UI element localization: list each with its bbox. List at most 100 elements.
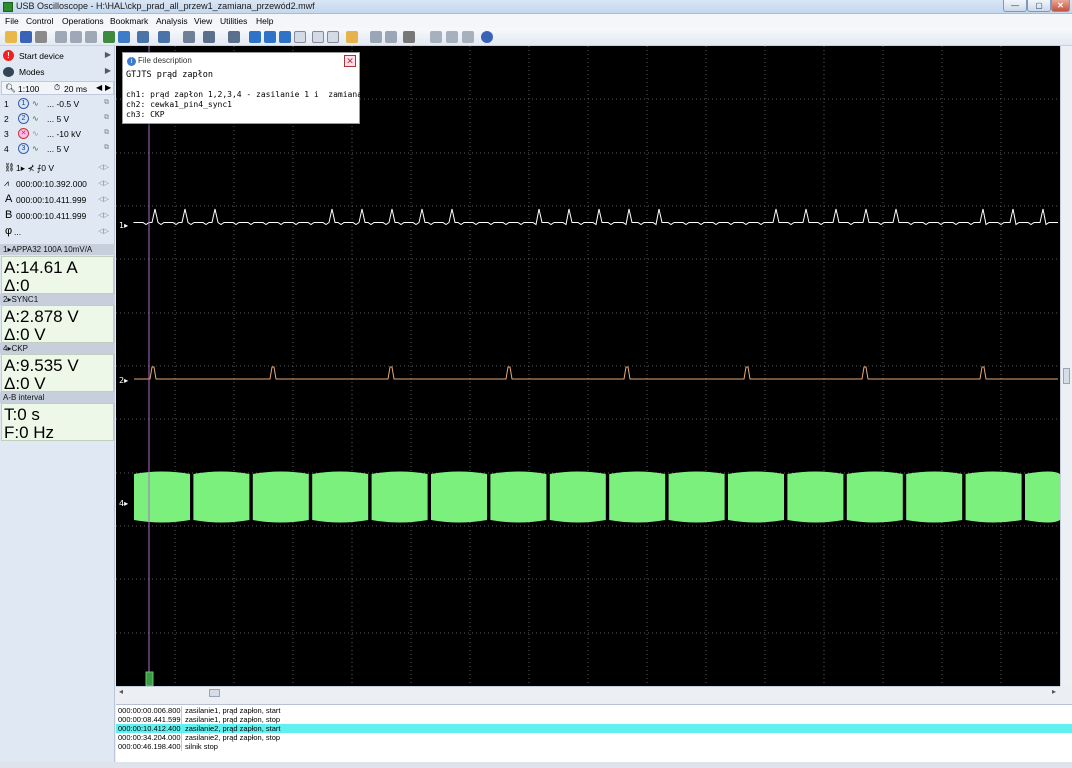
bookmark-row[interactable]: 000:00:08.441.599 zasilanie1, prąd zapło…: [116, 715, 1072, 724]
nav-icon[interactable]: ◁▷: [98, 179, 109, 187]
channel-4-trace: [134, 471, 1060, 523]
menu-operations[interactable]: Operations: [62, 16, 104, 26]
channel-2-icon[interactable]: 2: [18, 113, 29, 124]
layout2-icon[interactable]: [446, 31, 458, 43]
timebase-increase-button[interactable]: ▶: [105, 83, 111, 92]
nav-icon[interactable]: ◁▷: [98, 211, 109, 219]
filter-icon[interactable]: [228, 31, 240, 43]
step-icon[interactable]: [370, 31, 382, 43]
trigger-time-row[interactable]: ⩘ 000:00:10.392.000 ◁▷: [2, 177, 114, 191]
scroll-left-icon[interactable]: ◂: [119, 687, 123, 696]
popup-close-icon[interactable]: ✕: [344, 55, 356, 67]
channel-4-marker[interactable]: 4▸: [119, 499, 128, 508]
check2-icon[interactable]: [264, 31, 276, 43]
magnifier-icon: 🔍︎: [5, 83, 16, 93]
menu-bookmark[interactable]: Bookmark: [110, 16, 148, 26]
channel2-icon[interactable]: [158, 31, 170, 43]
bookmark-time: 000:00:34.204.000: [118, 733, 182, 742]
nav-icon[interactable]: ◁▷: [98, 227, 109, 235]
layout3-icon[interactable]: [462, 31, 474, 43]
grid-icon[interactable]: [327, 31, 339, 43]
menu-view[interactable]: View: [194, 16, 212, 26]
channel-3-disabled-icon[interactable]: ✕: [18, 128, 29, 139]
scroll-right-icon[interactable]: ▸: [1052, 687, 1056, 696]
timebase-decrease-button[interactable]: ◀: [96, 83, 102, 92]
cursor-handle[interactable]: [145, 671, 154, 686]
nav-icon[interactable]: ◁▷: [98, 163, 109, 171]
horizontal-scroll-thumb[interactable]: [209, 689, 220, 697]
channel-4-icon[interactable]: 3: [18, 143, 29, 154]
measurement-header: 4▸CKP: [0, 343, 115, 354]
measure-icon[interactable]: [203, 31, 215, 43]
page-icon[interactable]: [294, 31, 306, 43]
zoom-in-icon[interactable]: [118, 31, 130, 43]
menu-analysis[interactable]: Analysis: [156, 16, 188, 26]
channel-4-scale[interactable]: ... 5 V: [47, 144, 69, 154]
measurement-delta: F:0 Hz: [4, 423, 55, 442]
lock-icon[interactable]: ⧉: [104, 129, 109, 137]
open-icon[interactable]: [5, 31, 17, 43]
minimize-button[interactable]: —: [1003, 0, 1027, 12]
lock-icon[interactable]: ⧉: [104, 99, 109, 107]
memory-icon[interactable]: [403, 31, 415, 43]
menu-utilities[interactable]: Utilities: [220, 16, 247, 26]
maximize-button[interactable]: ▢: [1027, 0, 1051, 12]
vertical-scrollbar[interactable]: [1060, 46, 1072, 686]
menu-help[interactable]: Help: [256, 16, 273, 26]
cursor-b-row[interactable]: B 000:00:10.411.999 ◁▷: [2, 209, 114, 223]
horizontal-scrollbar[interactable]: ◂ ▸: [116, 686, 1060, 698]
trigger-icon[interactable]: [103, 31, 115, 43]
lock-icon[interactable]: ⧉: [104, 114, 109, 122]
menu-file[interactable]: File: [5, 16, 19, 26]
channel-1-icon[interactable]: 1: [18, 98, 29, 109]
phase-row[interactable]: φ ... ◁▷: [2, 225, 114, 239]
copy-icon[interactable]: [55, 31, 67, 43]
fit-icon[interactable]: [312, 31, 324, 43]
menu-bar: File Control Operations Bookmark Analysi…: [0, 14, 1072, 28]
channel-4-row[interactable]: 4 3 ∿ ... 5 V ⧉: [1, 142, 114, 156]
check3-icon[interactable]: [279, 31, 291, 43]
stamp-icon[interactable]: [85, 31, 97, 43]
start-device-button[interactable]: ! Start device ▶: [0, 48, 115, 64]
channel-icon[interactable]: [137, 31, 149, 43]
modes-button[interactable]: Modes ▶: [0, 64, 115, 80]
oscilloscope-display[interactable]: 1▸ 2▸ 4▸: [116, 46, 1060, 686]
bookmark-row[interactable]: 000:00:34.204.000 zasilanie2, prąd zapło…: [116, 733, 1072, 742]
layout-icon[interactable]: [430, 31, 442, 43]
check-icon[interactable]: [249, 31, 261, 43]
channel-4-burst: [728, 471, 784, 523]
step2-icon[interactable]: [385, 31, 397, 43]
bookmark-row[interactable]: 000:00:46.198.400 silnik stop: [116, 742, 1072, 751]
trigger-time-value: 000:00:10.392.000: [16, 179, 87, 189]
channel-1-row[interactable]: 1 1 ∿ ... -0.5 V ⧉: [1, 97, 114, 111]
nav-icon[interactable]: ◁▷: [98, 195, 109, 203]
save-icon[interactable]: [20, 31, 32, 43]
undo-icon[interactable]: [183, 31, 195, 43]
zoom-timebase-control[interactable]: 🔍︎ 1:100 ⏱ 20 ms ◀ ▶: [1, 81, 114, 95]
paste-icon[interactable]: [70, 31, 82, 43]
waveform-canvas[interactable]: 1▸ 2▸ 4▸: [116, 46, 1060, 686]
channel-2-marker[interactable]: 2▸: [119, 376, 128, 385]
menu-control[interactable]: Control: [26, 16, 53, 26]
channel-4-burst: [312, 471, 369, 523]
channel-3-scale[interactable]: ... -10 kV: [47, 129, 81, 139]
modes-label: Modes: [19, 67, 45, 77]
channel-2-scale[interactable]: ... 5 V: [47, 114, 69, 124]
channel-2-row[interactable]: 2 2 ∿ ... 5 V ⧉: [1, 112, 114, 126]
channel-4-burst: [193, 471, 250, 523]
bookmark-row[interactable]: 000:00:00.006.800 zasilanie1, prąd zapło…: [116, 706, 1072, 715]
cursor-a-row[interactable]: A 000:00:10.411.999 ◁▷: [2, 193, 114, 207]
channel-1-marker[interactable]: 1▸: [119, 221, 128, 230]
help-icon[interactable]: [481, 31, 493, 43]
print-icon[interactable]: [35, 31, 47, 43]
trigger-row[interactable]: ⛓ 1▸ ⊀ ⨍0 V ◁▷: [2, 161, 114, 175]
vertical-scroll-thumb[interactable]: [1063, 368, 1070, 384]
folder-icon[interactable]: [346, 31, 358, 43]
lock-icon[interactable]: ⧉: [104, 144, 109, 152]
channel-3-row[interactable]: 3 ✕ ∿ ... -10 kV ⧉: [1, 127, 114, 141]
info-icon: i: [127, 57, 136, 66]
bookmark-row-selected[interactable]: 000:00:10.412.400 zasilanie2, prąd zapło…: [116, 724, 1072, 733]
channel-1-scale[interactable]: ... -0.5 V: [47, 99, 79, 109]
close-button[interactable]: ✕: [1051, 0, 1070, 12]
bookmark-description: silnik stop: [185, 742, 218, 751]
